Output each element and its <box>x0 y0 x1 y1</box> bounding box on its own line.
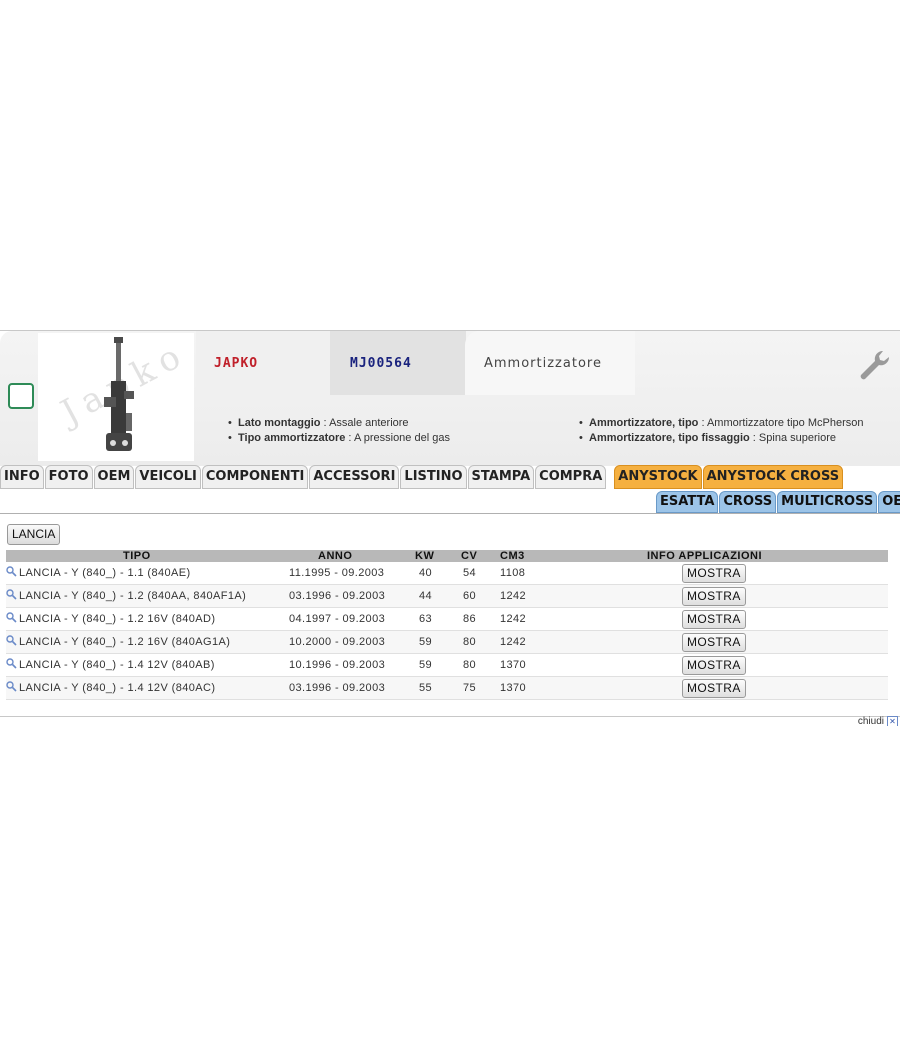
mostra-button[interactable]: MOSTRA <box>682 610 746 629</box>
tab-anystock[interactable]: ANYSTOCK <box>614 465 702 489</box>
row-kw: 63 <box>419 613 433 625</box>
attribute-item: • Ammortizzatore, tipo fissaggio : Spina … <box>579 432 836 444</box>
table-row[interactable]: LANCIA - Y (840_) - 1.2 (840AA, 840AF1A)… <box>6 585 888 608</box>
attribute-item: • Lato montaggio : Assale anteriore <box>228 417 409 429</box>
tab-componenti[interactable]: COMPONENTI <box>201 465 309 489</box>
main-tabs: INFO FOTO OEM VEICOLI COMPONENTI ACCESSO… <box>0 465 844 489</box>
row-tipo: LANCIA - Y (840_) - 1.2 16V (840AD) <box>19 613 216 625</box>
table-header: TIPO ANNO KW CV CM3 INFO APPLICAZIONI <box>6 550 888 562</box>
row-cv: 86 <box>463 613 477 625</box>
row-kw: 59 <box>419 636 433 648</box>
table-row[interactable]: LANCIA - Y (840_) - 1.2 16V (840AG1A) 10… <box>6 631 888 654</box>
magnifier-icon[interactable] <box>6 589 17 600</box>
row-anno: 04.1997 - 09.2003 <box>289 613 386 625</box>
magnifier-icon[interactable] <box>6 658 17 669</box>
row-cm3: 1242 <box>500 636 527 648</box>
tab-veicoli[interactable]: VEICOLI <box>135 465 201 489</box>
mostra-button[interactable]: MOSTRA <box>682 656 746 675</box>
product-panel: Japko JAPKO MJ00564 Ammortizzatore •Lato… <box>0 330 900 726</box>
col-kw: KW <box>415 550 435 562</box>
row-cv: 60 <box>463 590 477 602</box>
row-anno: 03.1996 - 09.2003 <box>289 682 386 694</box>
row-tipo: LANCIA - Y (840_) - 1.4 12V (840AB) <box>19 659 215 671</box>
table-body: LANCIA - Y (840_) - 1.1 (840AE) 11.1995 … <box>6 562 888 700</box>
product-photo[interactable]: Japko <box>38 333 194 461</box>
row-cv: 80 <box>463 659 477 671</box>
vehicle-table: TIPO ANNO KW CV CM3 INFO APPLICAZIONI LA… <box>6 550 888 700</box>
subtab-cross[interactable]: CROSS <box>719 491 777 513</box>
table-row[interactable]: LANCIA - Y (840_) - 1.1 (840AE) 11.1995 … <box>6 562 888 585</box>
wrench-icon[interactable] <box>856 347 892 383</box>
subtab-esatta[interactable]: ESATTA <box>656 491 719 513</box>
row-tipo: LANCIA - Y (840_) - 1.4 12V (840AC) <box>19 682 216 694</box>
shock-absorber-image <box>104 337 134 451</box>
close-label[interactable]: chiudi <box>858 716 884 726</box>
row-anno: 10.1996 - 09.2003 <box>289 659 386 671</box>
magnifier-icon[interactable] <box>6 681 17 692</box>
article-description: Ammortizzatore <box>465 331 635 395</box>
row-cm3: 1242 <box>500 590 527 602</box>
row-kw: 59 <box>419 659 433 671</box>
col-tipo: TIPO <box>123 550 151 562</box>
row-cv: 54 <box>463 567 477 579</box>
table-row[interactable]: LANCIA - Y (840_) - 1.4 12V (840AB) 10.1… <box>6 654 888 677</box>
close-control[interactable]: chiudi ✕ <box>858 716 898 726</box>
make-filter-button[interactable]: LANCIA <box>7 524 61 545</box>
row-tipo: LANCIA - Y (840_) - 1.1 (840AE) <box>19 567 191 579</box>
tab-compra[interactable]: COMPRA <box>535 465 607 489</box>
row-cm3: 1242 <box>500 613 527 625</box>
row-kw: 40 <box>419 567 433 579</box>
row-anno: 10.2000 - 09.2003 <box>289 636 386 648</box>
tab-listino[interactable]: LISTINO <box>400 465 467 489</box>
mostra-button[interactable]: MOSTRA <box>682 679 746 698</box>
attributes-right: • Ammortizzatore, tipo : Ammortizzatore t… <box>579 416 863 446</box>
sub-tabs: ESATTA CROSS MULTICROSS OE <box>656 491 900 513</box>
row-cv: 75 <box>463 682 477 694</box>
row-tipo: LANCIA - Y (840_) - 1.2 (840AA, 840AF1A) <box>19 590 247 602</box>
row-cm3: 1108 <box>500 567 526 579</box>
row-tipo: LANCIA - Y (840_) - 1.2 16V (840AG1A) <box>19 636 231 648</box>
row-kw: 44 <box>419 590 433 602</box>
attribute-item: • Tipo ammortizzatore : A pressione del g… <box>228 432 450 444</box>
col-cm3: CM3 <box>500 550 525 562</box>
tab-oem[interactable]: OEM <box>93 465 135 489</box>
tab-anystock-cross[interactable]: ANYSTOCK CROSS <box>702 465 844 489</box>
mostra-button[interactable]: MOSTRA <box>682 633 746 652</box>
subtab-oe[interactable]: OE <box>878 491 900 513</box>
col-info: INFO APPLICAZIONI <box>647 550 763 562</box>
row-cm3: 1370 <box>500 682 527 694</box>
row-cm3: 1370 <box>500 659 527 671</box>
attributes-left: • Lato montaggio : Assale anteriore • Tipo… <box>228 416 450 446</box>
tab-accessori[interactable]: ACCESSORI <box>309 465 400 489</box>
tab-foto[interactable]: FOTO <box>44 465 93 489</box>
mostra-button[interactable]: MOSTRA <box>682 587 746 606</box>
row-kw: 55 <box>419 682 433 694</box>
row-anno: 03.1996 - 09.2003 <box>289 590 386 602</box>
col-anno: ANNO <box>318 550 353 562</box>
tab-info[interactable]: INFO <box>0 465 44 489</box>
brand-header: JAPKO <box>196 331 332 395</box>
table-row[interactable]: LANCIA - Y (840_) - 1.2 16V (840AD) 04.1… <box>6 608 888 631</box>
col-cv: CV <box>461 550 478 562</box>
row-cv: 80 <box>463 636 477 648</box>
tab-stampa[interactable]: STAMPA <box>467 465 535 489</box>
tab-separator <box>0 513 900 514</box>
close-icon[interactable]: ✕ <box>887 716 898 726</box>
mostra-button[interactable]: MOSTRA <box>682 564 746 583</box>
magnifier-icon[interactable] <box>6 612 17 623</box>
select-checkbox[interactable] <box>8 383 34 409</box>
magnifier-icon[interactable] <box>6 635 17 646</box>
magnifier-icon[interactable] <box>6 566 17 577</box>
table-row[interactable]: LANCIA - Y (840_) - 1.4 12V (840AC) 03.1… <box>6 677 888 700</box>
attribute-item: • Ammortizzatore, tipo : Ammortizzatore t… <box>579 417 864 429</box>
subtab-multicross[interactable]: MULTICROSS <box>777 491 878 513</box>
article-code: MJ00564 <box>330 331 466 395</box>
row-anno: 11.1995 - 09.2003 <box>289 567 385 579</box>
